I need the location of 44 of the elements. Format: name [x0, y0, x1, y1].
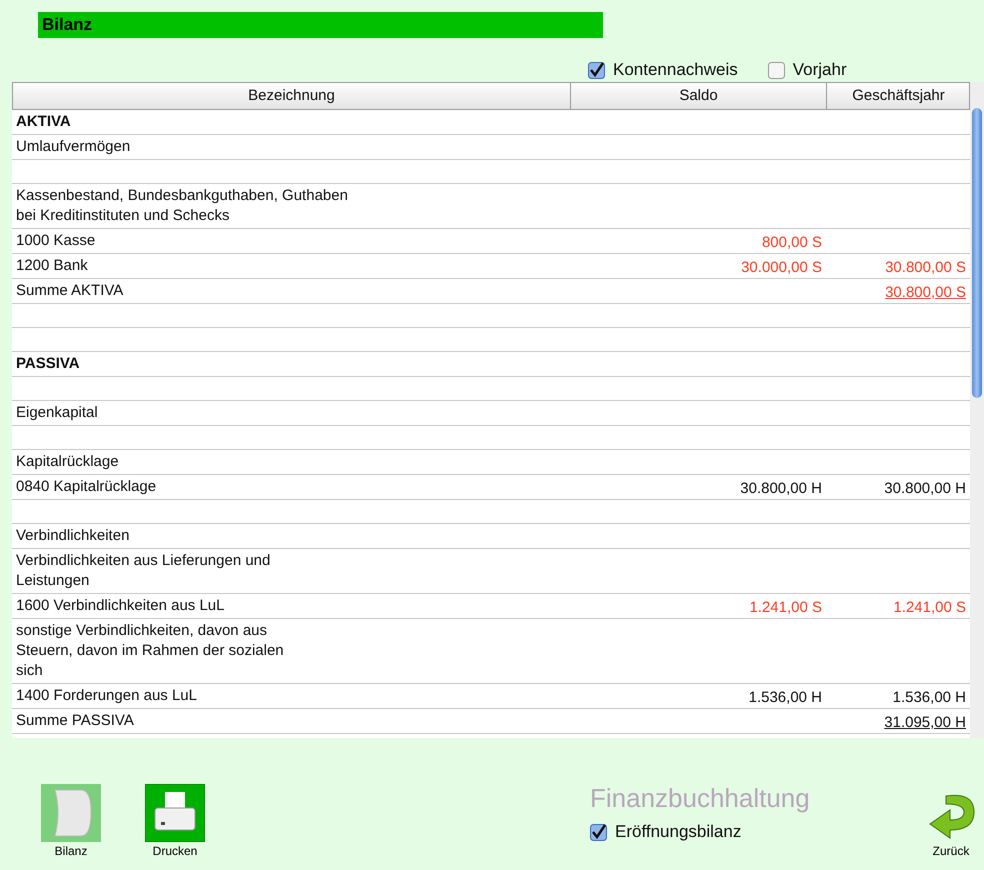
- year-cell-text: 1.241,00 S: [892, 598, 967, 618]
- account-label: Summe AKTIVA: [15, 281, 124, 301]
- checkbox[interactable]: [588, 62, 605, 78]
- printer-icon: [145, 784, 205, 842]
- account-label: 0840 Kapitalrücklage: [15, 477, 158, 497]
- checkbox-label: Kontennachweis: [613, 60, 738, 80]
- balance-cell-text: 1.241,00 S: [748, 598, 823, 618]
- column-header[interactable]: Bezeichnung: [13, 83, 571, 109]
- scrollbar[interactable]: [970, 82, 984, 738]
- balance-cell-text: 1.536,00 H: [748, 688, 823, 708]
- account-label: sonstige Verbindlichkeiten, davon aus Steuern, davon im Rahmen der sozialen sich: [15, 621, 285, 681]
- title-bar: Bilanz: [38, 12, 603, 38]
- scroll-thumb[interactable]: [972, 108, 982, 398]
- account-label: 1200 Bank: [15, 256, 89, 276]
- account-label: 1000 Kasse: [15, 231, 96, 251]
- account-label: Eigenkapital: [15, 403, 99, 423]
- account-label: 1600 Verbindlichkeiten aus LuL: [15, 596, 226, 616]
- checkbox[interactable]: [768, 62, 785, 78]
- balance-cell-text: 800,00 S: [760, 233, 823, 253]
- checkbox[interactable]: [590, 824, 607, 840]
- total-cell-text: 30.800,00 S: [884, 283, 967, 303]
- account-label: Kassenbestand, Bundesbankguthaben, Guthaben bei Kreditinstituten und Schecks: [15, 186, 349, 226]
- column-header[interactable]: Saldo: [571, 83, 827, 109]
- account-label: Verbindlichkeiten: [15, 526, 130, 546]
- year-cell-text: 30.800,00 S: [884, 258, 967, 278]
- page-icon: [41, 784, 101, 842]
- year-cell-text: 1.536,00 H: [892, 688, 967, 708]
- account-label: Summe PASSIVA: [15, 711, 135, 731]
- toolbar-button[interactable]: Bilanz: [40, 784, 102, 858]
- balance-cell-text: 30.800,00 H: [739, 479, 823, 499]
- section-heading: PASSIVA: [15, 354, 81, 374]
- checkbox-label: Eröffnungsbilanz: [615, 822, 742, 842]
- back-button[interactable]: Zurück: [920, 790, 982, 858]
- account-label: Kapitalrücklage: [15, 452, 120, 472]
- toolbar-button[interactable]: Drucken: [144, 784, 206, 858]
- year-cell-text: 30.800,00 H: [883, 479, 967, 499]
- total-cell-text: 31.095,00 H: [883, 713, 967, 733]
- account-label: 1400 Forderungen aus LuL: [15, 686, 198, 706]
- checkbox-label: Vorjahr: [792, 60, 847, 80]
- app-name: Finanzbuchhaltung: [590, 783, 811, 814]
- section-heading: AKTIVA: [15, 112, 72, 132]
- account-label: Verbindlichkeiten aus Lieferungen und Leistungen: [15, 551, 272, 591]
- balance-cell-text: 30.000,00 S: [740, 258, 823, 278]
- account-label: Umlaufvermögen: [15, 137, 132, 157]
